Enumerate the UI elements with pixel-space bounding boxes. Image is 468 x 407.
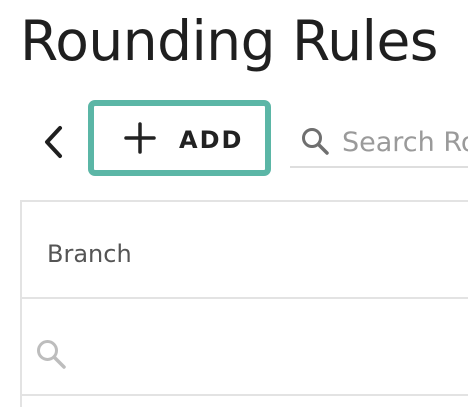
plus-icon [124, 122, 156, 154]
search-icon [37, 340, 66, 369]
search-field[interactable] [290, 120, 468, 168]
column-header-branch[interactable]: Branch [22, 202, 468, 299]
back-button[interactable] [36, 122, 70, 162]
search-input[interactable] [342, 124, 468, 160]
add-button-label: ADD [179, 126, 244, 154]
page-title: Rounding Rules [20, 9, 438, 73]
column-header-label: Branch [47, 240, 132, 268]
column-filter-row[interactable] [22, 299, 468, 396]
rules-table: Branch [20, 200, 468, 407]
chevron-left-icon [45, 126, 62, 158]
search-icon [302, 128, 329, 155]
rounding-rules-page: Rounding Rules ADD Branch [0, 0, 468, 407]
add-button[interactable]: ADD [88, 100, 271, 176]
